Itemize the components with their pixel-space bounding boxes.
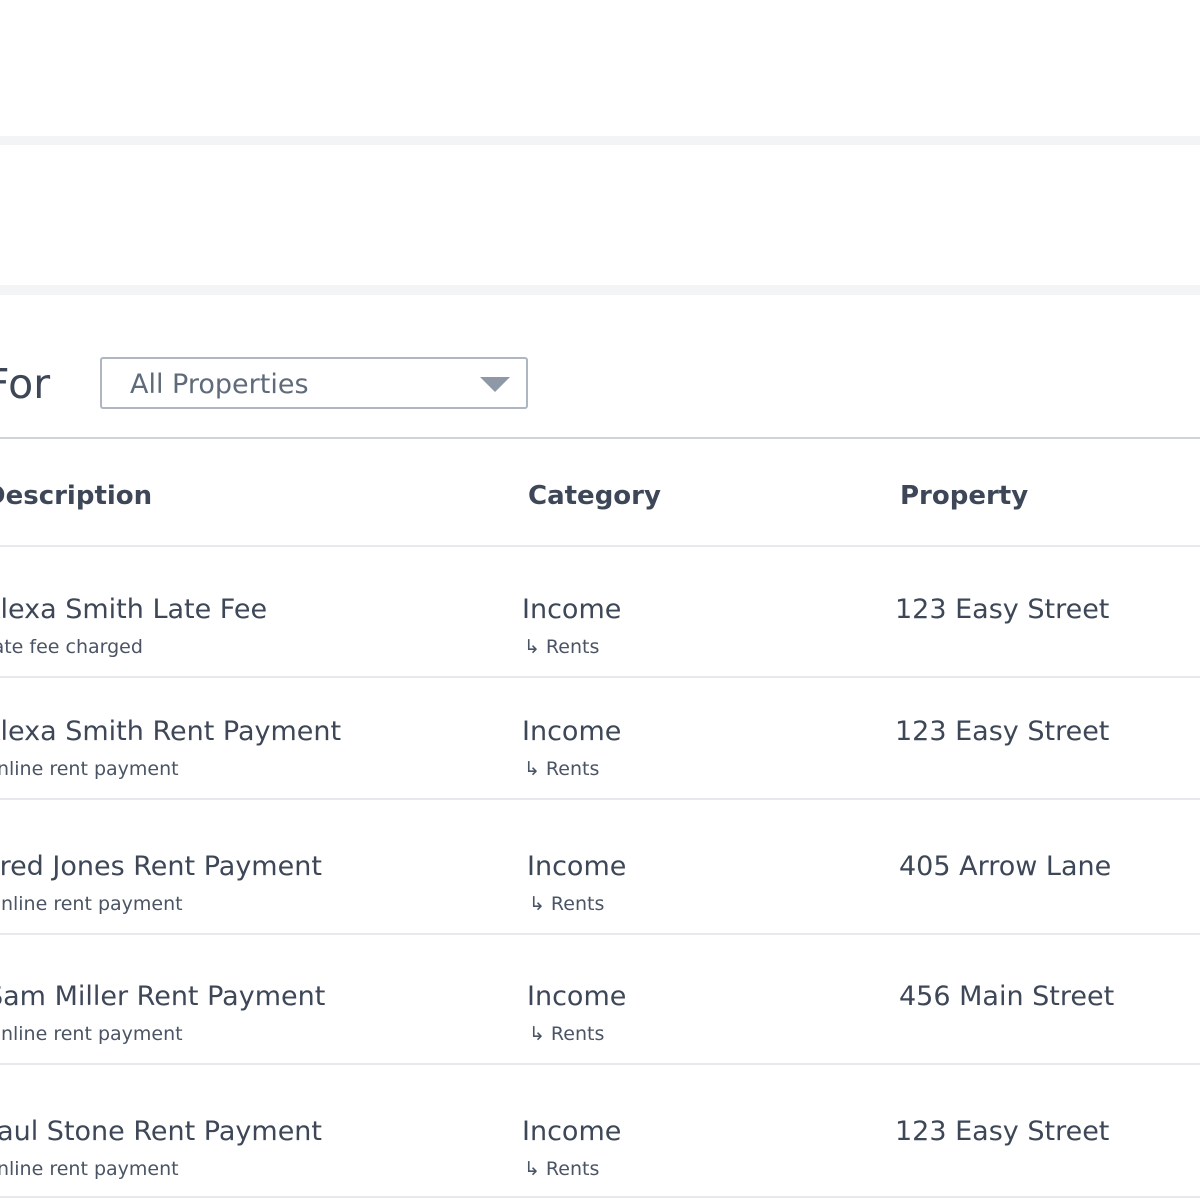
section-divider-middle <box>0 285 1200 295</box>
row-property: 405 Arrow Lane <box>899 851 1112 882</box>
row-subcategory: ↳ Rents <box>529 890 604 918</box>
row-title: Sam Miller Rent Payment <box>0 981 326 1012</box>
row-property: 123 Easy Street <box>895 1116 1110 1147</box>
chevron-down-icon <box>480 377 510 392</box>
return-arrow-icon: ↳ <box>524 1158 540 1180</box>
return-arrow-icon: ↳ <box>524 758 540 780</box>
row-subcategory: ↳ Rents <box>524 633 599 661</box>
row-divider <box>0 676 1200 678</box>
row-subtitle: Online rent payment <box>0 1158 179 1180</box>
row-subtitle: Late fee charged <box>0 636 143 658</box>
return-arrow-icon: ↳ <box>529 1023 545 1045</box>
column-header-description[interactable]: Description <box>0 478 152 514</box>
section-divider-top <box>0 136 1200 145</box>
row-property: 123 Easy Street <box>895 716 1110 747</box>
row-divider <box>0 798 1200 800</box>
header-divider <box>0 545 1200 547</box>
row-divider <box>0 933 1200 935</box>
row-subcategory: ↳ Rents <box>529 1020 604 1048</box>
row-subtitle: Online rent payment <box>0 893 183 915</box>
row-divider <box>0 1063 1200 1065</box>
row-subcategory: ↳ Rents <box>524 1155 599 1183</box>
row-category: Income <box>522 716 622 747</box>
row-subtitle: Online rent payment <box>0 758 179 780</box>
filter-divider <box>0 437 1200 439</box>
column-header-property[interactable]: Property <box>900 478 1028 514</box>
row-category: Income <box>527 981 627 1012</box>
row-category: Income <box>522 594 622 625</box>
row-category: Income <box>522 1116 622 1147</box>
row-subtitle: Online rent payment <box>0 1023 183 1045</box>
row-property: 456 Main Street <box>899 981 1115 1012</box>
return-arrow-icon: ↳ <box>529 893 545 915</box>
row-title: Alexa Smith Late Fee <box>0 594 268 625</box>
property-select[interactable]: All Properties <box>100 357 528 409</box>
row-title: Fred Jones Rent Payment <box>0 851 322 882</box>
filter-label: For <box>0 360 51 408</box>
row-category: Income <box>527 851 627 882</box>
row-title: Alexa Smith Rent Payment <box>0 716 342 747</box>
row-subcategory: ↳ Rents <box>524 755 599 783</box>
row-property: 123 Easy Street <box>895 594 1110 625</box>
row-title: Paul Stone Rent Payment <box>0 1116 323 1147</box>
column-header-category[interactable]: Category <box>528 478 661 514</box>
row-divider <box>0 1196 1200 1198</box>
property-select-value: All Properties <box>130 369 309 400</box>
return-arrow-icon: ↳ <box>524 636 540 658</box>
